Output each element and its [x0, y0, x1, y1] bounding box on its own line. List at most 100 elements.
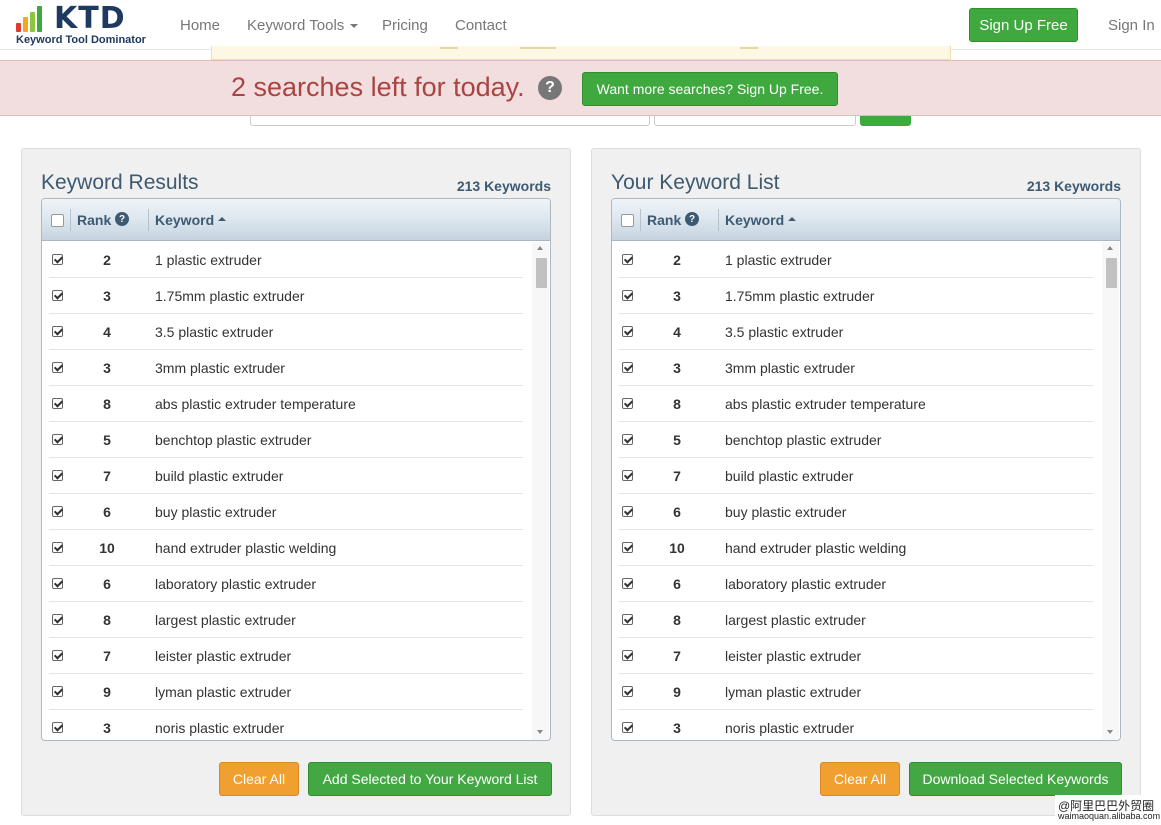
column-divider — [718, 209, 719, 231]
scrollbar[interactable] — [532, 242, 549, 740]
table-header: Rank ? Keyword — [42, 199, 550, 241]
row-checkbox[interactable] — [622, 578, 633, 589]
rank-column-header[interactable]: Rank — [647, 212, 681, 228]
row-checkbox[interactable] — [52, 578, 63, 589]
row-checkbox[interactable] — [52, 722, 63, 733]
add-selected-button[interactable]: Add Selected to Your Keyword List — [308, 762, 552, 796]
table-row[interactable]: 2 1 plastic extruder — [619, 242, 1093, 278]
table-row[interactable]: 8 largest plastic extruder — [49, 602, 523, 638]
table-row[interactable]: 4 3.5 plastic extruder — [619, 314, 1093, 350]
table-row[interactable]: 6 buy plastic extruder — [619, 494, 1093, 530]
table-row[interactable]: 4 3.5 plastic extruder — [49, 314, 523, 350]
table-row[interactable]: 8 abs plastic extruder temperature — [619, 386, 1093, 422]
row-keyword: hand extruder plastic welding — [155, 540, 337, 556]
row-checkbox[interactable] — [52, 398, 63, 409]
table-row[interactable]: 9 lyman plastic extruder — [49, 674, 523, 710]
row-checkbox[interactable] — [52, 470, 63, 481]
table-row[interactable]: 8 abs plastic extruder temperature — [49, 386, 523, 422]
rank-help-icon[interactable]: ? — [685, 212, 699, 226]
row-rank: 9 — [673, 684, 681, 700]
row-checkbox[interactable] — [622, 542, 633, 553]
keyword-count: 213 Keywords — [456, 178, 551, 194]
row-checkbox[interactable] — [622, 254, 633, 265]
row-checkbox[interactable] — [52, 326, 63, 337]
row-checkbox[interactable] — [622, 506, 633, 517]
row-checkbox[interactable] — [622, 686, 633, 697]
sign-in-link[interactable]: Sign In — [1108, 17, 1155, 34]
row-checkbox[interactable] — [52, 650, 63, 661]
row-keyword: 1 plastic extruder — [725, 252, 832, 268]
table-row[interactable]: 5 benchtop plastic extruder — [49, 422, 523, 458]
select-all-checkbox[interactable] — [621, 214, 634, 227]
table-row[interactable]: 3 3mm plastic extruder — [619, 350, 1093, 386]
select-all-checkbox[interactable] — [51, 214, 64, 227]
clear-all-button[interactable]: Clear All — [219, 762, 299, 796]
scroll-down-arrow-icon[interactable] — [537, 730, 543, 734]
row-checkbox[interactable] — [622, 650, 633, 661]
table-row[interactable]: 10 hand extruder plastic welding — [619, 530, 1093, 566]
scrollbar-thumb[interactable] — [536, 258, 547, 288]
row-checkbox[interactable] — [52, 506, 63, 517]
row-checkbox[interactable] — [622, 434, 633, 445]
country-select[interactable] — [654, 116, 856, 126]
table-row[interactable]: 7 leister plastic extruder — [49, 638, 523, 674]
table-row[interactable]: 6 buy plastic extruder — [49, 494, 523, 530]
table-row[interactable]: 7 leister plastic extruder — [619, 638, 1093, 674]
row-rank: 8 — [103, 396, 111, 412]
table-row[interactable]: 6 laboratory plastic extruder — [49, 566, 523, 602]
table-row[interactable]: 10 hand extruder plastic welding — [49, 530, 523, 566]
ktd-logo[interactable]: KTD Keyword Tool Dominator — [16, 2, 156, 48]
row-checkbox[interactable] — [52, 362, 63, 373]
clear-all-button[interactable]: Clear All — [820, 762, 900, 796]
keyword-search-input[interactable] — [250, 116, 650, 126]
download-selected-button[interactable]: Download Selected Keywords — [909, 762, 1122, 796]
sign-up-free-button[interactable]: Sign Up Free — [969, 8, 1078, 42]
help-icon[interactable]: ? — [538, 76, 562, 100]
table-row[interactable]: 7 build plastic extruder — [49, 458, 523, 494]
sort-ascending-icon — [218, 217, 227, 222]
scrollbar[interactable] — [1102, 242, 1119, 740]
row-checkbox[interactable] — [622, 470, 633, 481]
rank-help-icon[interactable]: ? — [115, 212, 129, 226]
column-divider — [148, 209, 149, 231]
want-more-searches-button[interactable]: Want more searches? Sign Up Free. — [582, 72, 838, 106]
scroll-up-arrow-icon[interactable] — [1107, 246, 1113, 250]
table-row[interactable]: 3 1.75mm plastic extruder — [619, 278, 1093, 314]
row-checkbox[interactable] — [622, 290, 633, 301]
scroll-down-arrow-icon[interactable] — [1107, 730, 1113, 734]
row-checkbox[interactable] — [52, 434, 63, 445]
table-row[interactable]: 3 3mm plastic extruder — [49, 350, 523, 386]
table-row[interactable]: 8 largest plastic extruder — [619, 602, 1093, 638]
table-row[interactable]: 2 1 plastic extruder — [49, 242, 523, 278]
table-row[interactable]: 3 noris plastic extruder — [619, 710, 1093, 740]
row-checkbox[interactable] — [622, 398, 633, 409]
row-checkbox[interactable] — [52, 614, 63, 625]
nav-contact[interactable]: Contact — [455, 17, 507, 34]
row-checkbox[interactable] — [622, 326, 633, 337]
row-rank: 6 — [673, 576, 681, 592]
search-button[interactable] — [860, 116, 911, 126]
nav-keyword-tools[interactable]: Keyword Tools — [247, 17, 359, 34]
table-row[interactable]: 6 laboratory plastic extruder — [619, 566, 1093, 602]
row-checkbox[interactable] — [52, 290, 63, 301]
table-row[interactable]: 3 noris plastic extruder — [49, 710, 523, 740]
rank-column-header[interactable]: Rank — [77, 212, 111, 228]
column-divider — [70, 209, 71, 231]
row-checkbox[interactable] — [622, 614, 633, 625]
keyword-column-header[interactable]: Keyword — [725, 212, 797, 228]
table-row[interactable]: 5 benchtop plastic extruder — [619, 422, 1093, 458]
scroll-up-arrow-icon[interactable] — [537, 246, 543, 250]
nav-pricing[interactable]: Pricing — [382, 17, 428, 34]
table-row[interactable]: 7 build plastic extruder — [619, 458, 1093, 494]
row-checkbox[interactable] — [52, 686, 63, 697]
row-checkbox[interactable] — [622, 722, 633, 733]
nav-home[interactable]: Home — [180, 17, 220, 34]
table-row[interactable]: 9 lyman plastic extruder — [619, 674, 1093, 710]
row-checkbox[interactable] — [622, 362, 633, 373]
table-row[interactable]: 3 1.75mm plastic extruder — [49, 278, 523, 314]
scrollbar-thumb[interactable] — [1106, 258, 1117, 288]
keyword-column-header[interactable]: Keyword — [155, 212, 227, 228]
row-checkbox[interactable] — [52, 542, 63, 553]
row-checkbox[interactable] — [52, 254, 63, 265]
row-keyword: 1 plastic extruder — [155, 252, 262, 268]
